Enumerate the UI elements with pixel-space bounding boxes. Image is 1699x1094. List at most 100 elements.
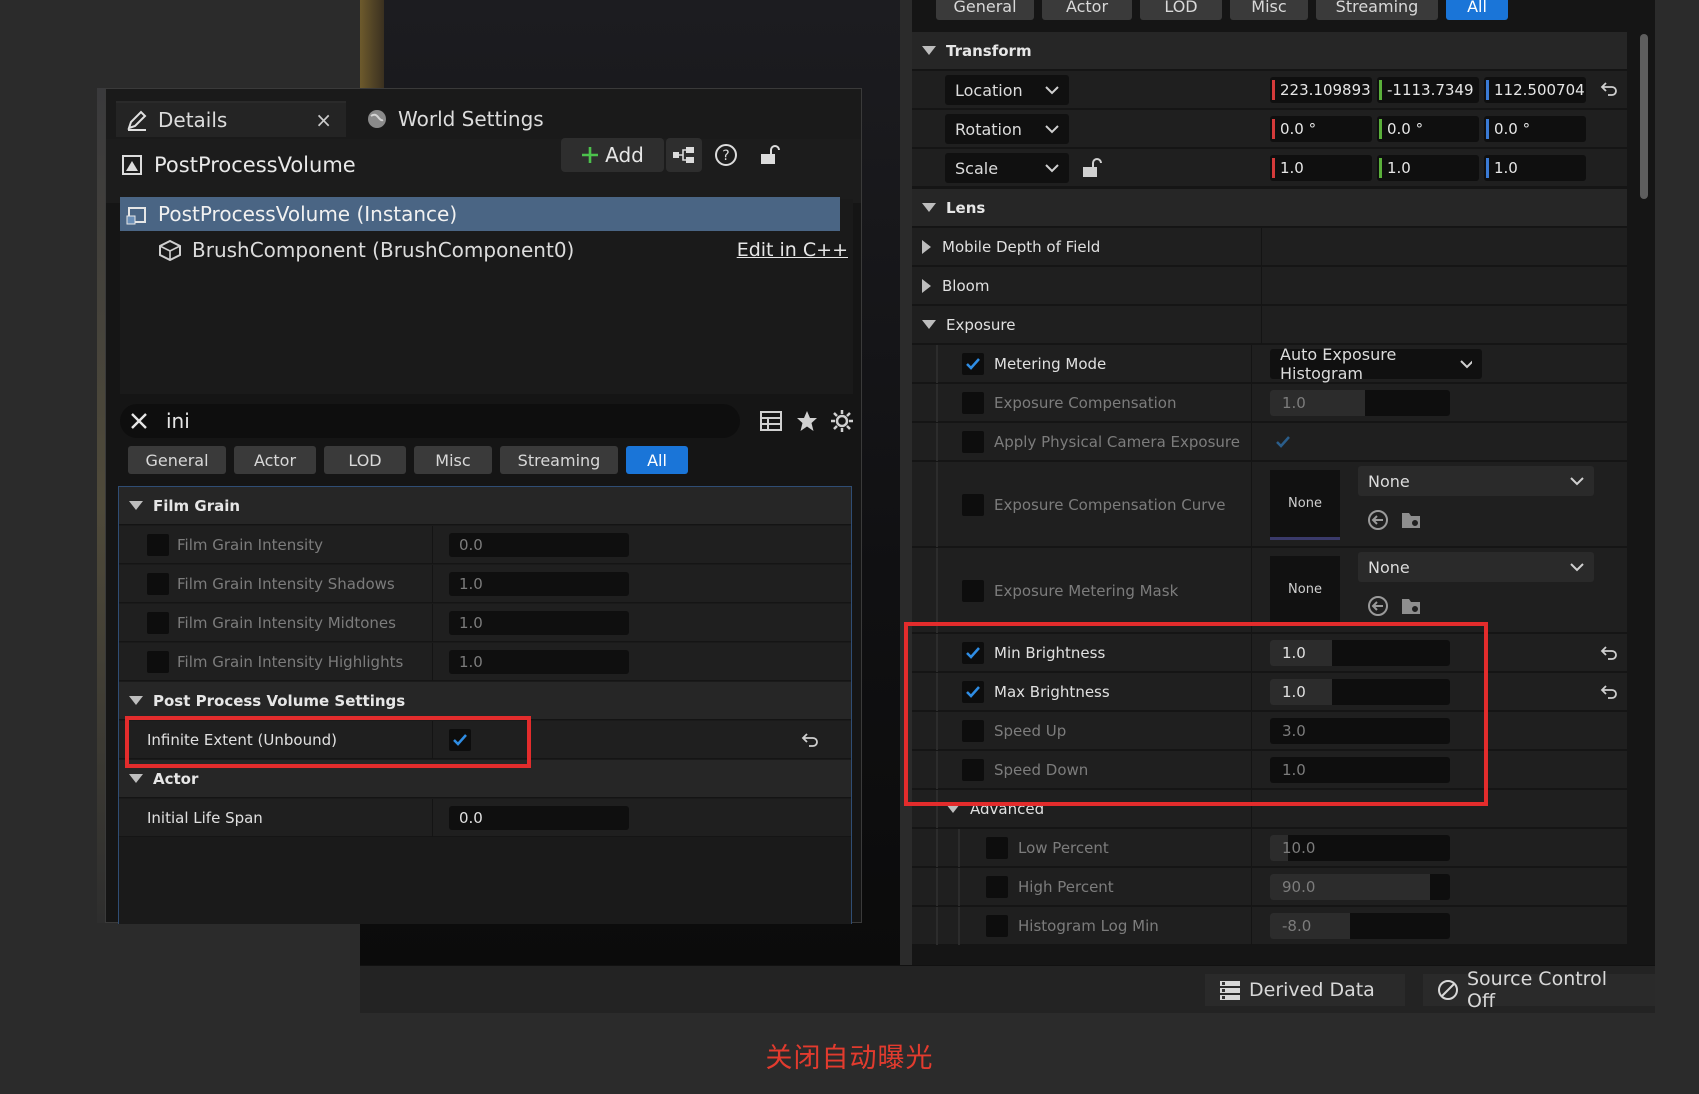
- comp-curve-thumbnail[interactable]: None: [1270, 470, 1340, 540]
- filter-actor[interactable]: Actor: [234, 446, 316, 474]
- apply-physical-value-checkbox[interactable]: [1272, 431, 1294, 453]
- filter-misc[interactable]: Misc: [1230, 0, 1308, 20]
- location-dropdown[interactable]: Location: [945, 75, 1069, 105]
- dropdown-label: Location: [955, 80, 1023, 100]
- filter-misc[interactable]: Misc: [414, 446, 492, 474]
- filter-general[interactable]: General: [128, 446, 226, 474]
- category-film-grain[interactable]: Film Grain: [119, 487, 851, 525]
- gear-icon[interactable]: [830, 409, 854, 433]
- initial-life-span-field[interactable]: 0.0: [449, 806, 629, 830]
- scale-y-field[interactable]: 1.0: [1377, 155, 1479, 181]
- browse-asset-icon[interactable]: [1400, 594, 1424, 618]
- edit-in-cpp-link[interactable]: Edit in C++: [737, 239, 848, 261]
- scale-dropdown[interactable]: Scale: [945, 153, 1069, 183]
- reset-to-default-icon[interactable]: [1600, 81, 1618, 97]
- scale-x-field[interactable]: 1.0: [1270, 155, 1372, 181]
- use-selected-asset-icon[interactable]: [1366, 594, 1390, 618]
- filter-general[interactable]: General: [936, 0, 1034, 20]
- filter-lod[interactable]: LOD: [1140, 0, 1222, 20]
- scale-z-field[interactable]: 1.0: [1484, 155, 1586, 181]
- film-grain-intensity-checkbox[interactable]: [147, 534, 169, 556]
- row-location: Location 223.109893 -1113.7349 112.50070…: [912, 71, 1627, 109]
- rotation-x-field[interactable]: 0.0 °: [1270, 116, 1372, 142]
- details-panel: Details × World Settings PostProcessVolu…: [105, 88, 862, 924]
- tab-details[interactable]: Details ×: [116, 101, 346, 137]
- row-exposure[interactable]: Exposure: [912, 306, 1627, 344]
- lock-open-icon[interactable]: [1080, 157, 1102, 179]
- filter-all[interactable]: All: [1446, 0, 1508, 20]
- source-control-button[interactable]: Source Control Off: [1423, 968, 1655, 1012]
- category-ppv-settings[interactable]: Post Process Volume Settings: [119, 682, 851, 720]
- metering-mode-checkbox[interactable]: [962, 353, 984, 375]
- film-grain-midtones-field[interactable]: 1.0: [449, 611, 629, 635]
- help-button[interactable]: ?: [710, 139, 742, 171]
- chevron-down-icon: [129, 500, 143, 510]
- film-grain-intensity-field[interactable]: 0.0: [449, 533, 629, 557]
- right-scrollbar[interactable]: [1640, 34, 1648, 199]
- browse-asset-icon[interactable]: [1400, 508, 1424, 532]
- chevron-down-icon: [922, 45, 936, 55]
- row-mobile-dof[interactable]: Mobile Depth of Field: [912, 228, 1627, 266]
- tree-row-instance[interactable]: PostProcessVolume (Instance): [120, 197, 840, 231]
- apply-physical-checkbox[interactable]: [962, 431, 984, 453]
- thumbnail-label: None: [1288, 582, 1322, 597]
- tree-row-brush-component[interactable]: BrushComponent (BrushComponent0) Edit in…: [158, 234, 848, 266]
- search-row: ini: [120, 404, 855, 440]
- derived-data-button[interactable]: Derived Data: [1205, 974, 1405, 1006]
- close-icon[interactable]: ×: [315, 108, 332, 132]
- reset-to-default-icon[interactable]: [1600, 684, 1618, 700]
- metering-mode-dropdown[interactable]: Auto Exposure Histogram: [1270, 345, 1482, 383]
- metering-mask-asset-dropdown[interactable]: None: [1358, 552, 1594, 582]
- comp-curve-asset-dropdown[interactable]: None: [1358, 466, 1594, 496]
- row-bloom[interactable]: Bloom: [912, 267, 1627, 305]
- rotation-x-value: 0.0 °: [1280, 120, 1317, 138]
- row-high-percent: High Percent 90.0: [912, 868, 1627, 906]
- chevron-down-icon: [1570, 562, 1584, 571]
- high-percent-checkbox[interactable]: [986, 876, 1008, 898]
- filter-lod[interactable]: LOD: [324, 446, 406, 474]
- location-y-field[interactable]: -1113.7349: [1377, 77, 1479, 103]
- low-percent-slider[interactable]: 10.0: [1270, 835, 1450, 861]
- category-label: Post Process Volume Settings: [153, 691, 406, 710]
- high-percent-slider[interactable]: 90.0: [1270, 874, 1450, 900]
- film-grain-highlights-checkbox[interactable]: [147, 651, 169, 673]
- film-grain-shadows-field[interactable]: 1.0: [449, 572, 629, 596]
- clear-search-icon[interactable]: [130, 412, 148, 430]
- location-z-field[interactable]: 112.500704: [1484, 77, 1586, 103]
- add-component-button[interactable]: Add: [561, 138, 664, 172]
- filter-streaming[interactable]: Streaming: [500, 446, 618, 474]
- filter-actor[interactable]: Actor: [1042, 0, 1132, 20]
- hist-log-min-checkbox[interactable]: [986, 915, 1008, 937]
- reset-to-default-icon[interactable]: [1600, 645, 1618, 661]
- exposure-compensation-checkbox[interactable]: [962, 392, 984, 414]
- table-view-icon[interactable]: [760, 411, 782, 431]
- category-lens[interactable]: Lens: [912, 189, 1627, 227]
- low-percent-checkbox[interactable]: [986, 837, 1008, 859]
- category-transform[interactable]: Transform: [912, 32, 1627, 70]
- right-properties: Transform Location 223.109893 -1113.7349…: [912, 30, 1632, 965]
- lock-button[interactable]: [754, 139, 786, 171]
- comp-curve-checkbox[interactable]: [962, 493, 984, 516]
- rotation-dropdown[interactable]: Rotation: [945, 114, 1069, 144]
- film-grain-shadows-checkbox[interactable]: [147, 573, 169, 595]
- search-input[interactable]: ini: [120, 404, 740, 438]
- blueprint-button[interactable]: [666, 138, 702, 172]
- reset-to-default-icon[interactable]: [801, 732, 819, 748]
- group-label: Mobile Depth of Field: [942, 238, 1101, 256]
- rotation-z-value: 0.0 °: [1494, 120, 1531, 138]
- property-label: Exposure Compensation: [994, 394, 1177, 412]
- filter-all[interactable]: All: [626, 446, 688, 474]
- exposure-compensation-slider[interactable]: 1.0: [1270, 390, 1450, 416]
- filter-streaming[interactable]: Streaming: [1316, 0, 1438, 20]
- rotation-y-field[interactable]: 0.0 °: [1377, 116, 1479, 142]
- metering-mask-checkbox[interactable]: [962, 579, 984, 602]
- rotation-z-field[interactable]: 0.0 °: [1484, 116, 1586, 142]
- film-grain-midtones-checkbox[interactable]: [147, 612, 169, 634]
- star-icon[interactable]: [796, 410, 818, 432]
- metering-mask-thumbnail[interactable]: None: [1270, 556, 1340, 626]
- tab-world-settings[interactable]: World Settings: [356, 101, 554, 137]
- hist-log-min-slider[interactable]: -8.0: [1270, 913, 1450, 939]
- location-x-field[interactable]: 223.109893: [1270, 77, 1372, 103]
- use-selected-asset-icon[interactable]: [1366, 508, 1390, 532]
- film-grain-highlights-field[interactable]: 1.0: [449, 650, 629, 674]
